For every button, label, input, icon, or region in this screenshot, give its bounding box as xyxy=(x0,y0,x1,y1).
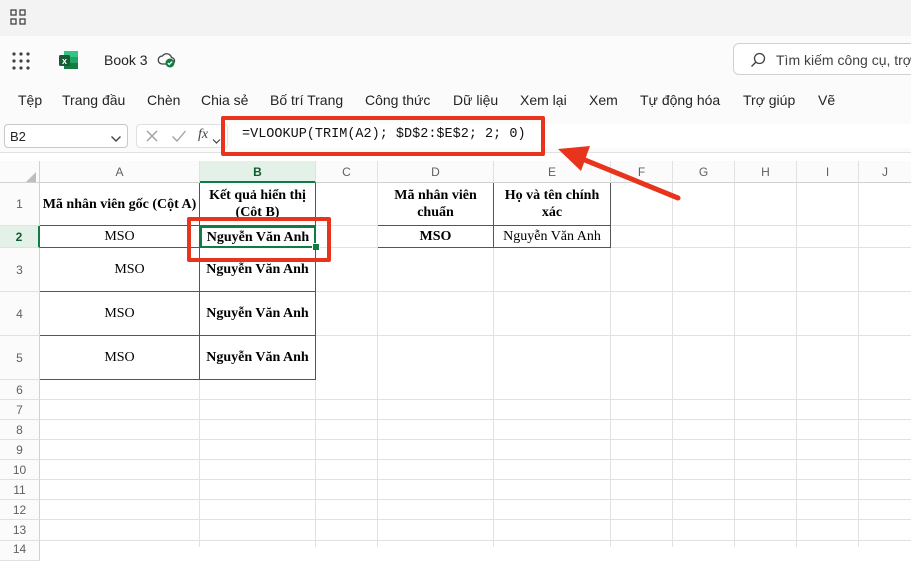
waffle-icon[interactable] xyxy=(12,52,30,75)
row-header-13[interactable]: 13 xyxy=(0,520,40,541)
cell-d1[interactable]: Mã nhân viên chuẩn xyxy=(378,183,494,226)
row-header-3[interactable]: 3 xyxy=(0,248,40,292)
row-header-7[interactable]: 7 xyxy=(0,400,40,420)
search-icon xyxy=(750,52,766,73)
row-header-2[interactable]: 2 xyxy=(0,226,40,248)
cell-b5[interactable]: Nguyễn Văn Anh xyxy=(200,336,316,380)
tab-data[interactable]: Dữ liệu xyxy=(453,92,498,108)
chevron-down-icon[interactable] xyxy=(212,132,221,150)
excel-logo-icon[interactable]: x xyxy=(58,49,80,76)
tab-page-layout[interactable]: Bố trí Trang xyxy=(270,92,343,108)
row-header-12[interactable]: 12 xyxy=(0,500,40,520)
tab-automate[interactable]: Tự động hóa xyxy=(640,92,720,108)
top-strip xyxy=(0,0,911,36)
tab-review[interactable]: Xem lại xyxy=(520,92,567,108)
insert-function-icon[interactable]: fx xyxy=(198,127,208,143)
row-header-8[interactable]: 8 xyxy=(0,420,40,440)
row-header-1[interactable]: 1 xyxy=(0,183,40,226)
tab-insert[interactable]: Chèn xyxy=(147,92,180,108)
svg-text:x: x xyxy=(62,56,67,66)
cell-b4[interactable]: Nguyễn Văn Anh xyxy=(200,292,316,336)
formula-highlight-box xyxy=(221,116,545,156)
row-header-10[interactable]: 10 xyxy=(0,460,40,480)
name-box-value: B2 xyxy=(10,129,26,144)
cell-e2[interactable]: Nguyễn Văn Anh xyxy=(494,226,611,248)
cell-a5[interactable]: MSO xyxy=(40,336,200,380)
row-header-9[interactable]: 9 xyxy=(0,440,40,460)
annotation-arrow-icon xyxy=(558,146,681,201)
tab-formulas[interactable]: Công thức xyxy=(365,92,430,108)
cell-a3[interactable]: MSO xyxy=(40,248,200,292)
row-header-14[interactable]: 14 xyxy=(0,541,40,561)
cell-a2[interactable]: MSO xyxy=(40,226,200,248)
column-header-a[interactable]: A xyxy=(40,161,200,183)
column-header-i[interactable]: I xyxy=(797,161,859,183)
chevron-down-icon[interactable] xyxy=(110,131,122,149)
cancel-icon[interactable] xyxy=(145,129,159,148)
tab-file[interactable]: Tệp xyxy=(18,92,42,108)
column-header-d[interactable]: D xyxy=(378,161,494,183)
row-header-11[interactable]: 11 xyxy=(0,480,40,500)
check-icon[interactable] xyxy=(171,129,187,148)
column-header-j[interactable]: J xyxy=(859,161,911,183)
search-placeholder: Tìm kiếm công cụ, trợ xyxy=(776,52,911,68)
cloud-saved-icon xyxy=(157,51,177,74)
row-header-5[interactable]: 5 xyxy=(0,336,40,380)
column-header-h[interactable]: H xyxy=(735,161,797,183)
cell-a4[interactable]: MSO xyxy=(40,292,200,336)
cell-a1[interactable]: Mã nhân viên gốc (Cột A) xyxy=(40,183,200,226)
tab-help[interactable]: Trợ giúp xyxy=(743,92,795,108)
tab-view[interactable]: Xem xyxy=(589,92,618,108)
app-launcher-icon[interactable] xyxy=(10,9,26,30)
tab-draw[interactable]: Vẽ xyxy=(818,92,835,108)
tab-share[interactable]: Chia sẻ xyxy=(201,92,248,108)
column-header-b[interactable]: B xyxy=(200,161,316,183)
row-header-6[interactable]: 6 xyxy=(0,380,40,400)
book-title[interactable]: Book 3 xyxy=(104,52,148,68)
column-header-c[interactable]: C xyxy=(316,161,378,183)
result-highlight-box xyxy=(187,217,331,262)
cell-d2[interactable]: MSO xyxy=(378,226,494,248)
tab-home[interactable]: Trang đầu xyxy=(62,92,125,108)
row-header-4[interactable]: 4 xyxy=(0,292,40,336)
